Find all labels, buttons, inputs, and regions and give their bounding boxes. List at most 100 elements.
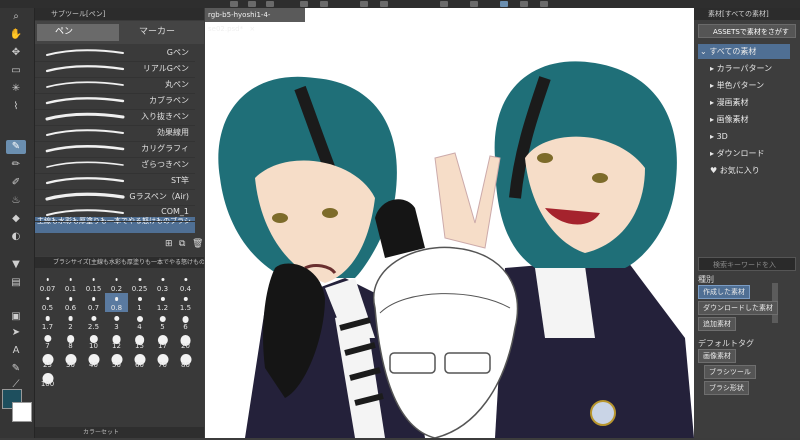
- brush-size-option[interactable]: 3: [105, 312, 128, 331]
- brush-size-option[interactable]: 15: [128, 331, 151, 350]
- default-tag[interactable]: 画像素材: [698, 349, 736, 363]
- fill-icon[interactable]: ▼: [6, 258, 26, 272]
- canvas[interactable]: [205, 8, 694, 439]
- brush-size-option[interactable]: 1.2: [151, 293, 174, 312]
- type-tag[interactable]: 作成した素材: [698, 285, 750, 299]
- brush-size-option[interactable]: 0.2: [105, 274, 128, 293]
- command-icon[interactable]: [360, 1, 368, 7]
- brush-size-option[interactable]: 7: [36, 331, 59, 350]
- material-tree-item[interactable]: ▸ 3D: [698, 129, 800, 144]
- brush-size-option[interactable]: 25: [36, 350, 59, 369]
- selection-icon[interactable]: ▭: [6, 64, 26, 78]
- material-tree-label: すべての素材: [709, 47, 757, 56]
- delete-subtool-icon[interactable]: 🗑: [192, 239, 203, 249]
- command-icon[interactable]: [500, 1, 508, 7]
- brush-size-value: 50: [112, 361, 121, 369]
- default-tag[interactable]: ブラシ形状: [704, 381, 749, 395]
- brush-size-option[interactable]: 1: [128, 293, 151, 312]
- brush-size-option[interactable]: 2.5: [82, 312, 105, 331]
- command-icon[interactable]: [520, 1, 528, 7]
- frame-icon[interactable]: ▣: [6, 310, 26, 324]
- brush-size-option[interactable]: 100: [36, 369, 59, 388]
- material-tree-item[interactable]: ♥ お気に入り: [698, 163, 800, 178]
- command-icon[interactable]: [320, 1, 328, 7]
- brush-size-option[interactable]: 0.5: [36, 293, 59, 312]
- brush-size-option[interactable]: 12: [105, 331, 128, 350]
- brush-size-option[interactable]: 6: [174, 312, 197, 331]
- magic-wand-icon[interactable]: ✳: [6, 82, 26, 96]
- new-subtool-icon[interactable]: ⊞: [165, 239, 173, 249]
- zoom-icon[interactable]: ⌕: [6, 10, 26, 24]
- command-icon[interactable]: [540, 1, 548, 7]
- brush-size-option[interactable]: 50: [105, 350, 128, 369]
- text-icon[interactable]: A: [6, 344, 26, 358]
- document-tab[interactable]: rgb-b5-hyoshi1-4-se02.psd* ×: [205, 8, 305, 33]
- material-tree-item[interactable]: ▸ カラーパターン: [698, 61, 800, 76]
- airbrush-icon[interactable]: ♨: [6, 194, 26, 208]
- color-set-tab[interactable]: カラーセット: [83, 427, 119, 438]
- brush-size-option[interactable]: 17: [151, 331, 174, 350]
- copy-subtool-icon[interactable]: ⧉: [179, 239, 185, 249]
- material-tree-item[interactable]: ▸ 単色パターン: [698, 78, 800, 93]
- brush-size-option[interactable]: 5: [151, 312, 174, 331]
- brush-size-option[interactable]: 0.1: [59, 274, 82, 293]
- brush-size-option[interactable]: 60: [128, 350, 151, 369]
- brush-size-option[interactable]: 40: [82, 350, 105, 369]
- brush-stroke-preview: [46, 161, 124, 168]
- balloon-icon[interactable]: ✎: [6, 362, 26, 376]
- type-tag[interactable]: ダウンロードした素材: [698, 301, 778, 315]
- brush-size-option[interactable]: 80: [174, 350, 197, 369]
- gradient-icon[interactable]: ▤: [6, 276, 26, 290]
- type-tag[interactable]: 追加素材: [698, 317, 736, 331]
- brush-size-option[interactable]: 2: [59, 312, 82, 331]
- eraser-icon[interactable]: ◆: [6, 212, 26, 226]
- command-icon[interactable]: [440, 1, 448, 7]
- pen-icon[interactable]: ✎: [6, 140, 26, 154]
- material-tree-item[interactable]: ▸ 画像素材: [698, 112, 800, 127]
- brush-size-option[interactable]: 0.4: [174, 274, 197, 293]
- operation-icon[interactable]: ➤: [6, 326, 26, 340]
- brush-size-option[interactable]: 4: [128, 312, 151, 331]
- material-tree-item[interactable]: ⌄ すべての素材: [698, 44, 790, 59]
- brush-size-value: 0.15: [85, 285, 102, 293]
- type-heading: 種別: [698, 275, 714, 284]
- brush-size-option[interactable]: 10: [82, 331, 105, 350]
- background-color-swatch[interactable]: [12, 402, 32, 422]
- brush-size-option[interactable]: 30: [59, 350, 82, 369]
- command-icon[interactable]: [230, 1, 238, 7]
- command-icon[interactable]: [470, 1, 478, 7]
- brush-size-option[interactable]: 0.07: [36, 274, 59, 293]
- brush-size-option[interactable]: 0.15: [82, 274, 105, 293]
- material-tree-label: お気に入り: [719, 166, 760, 175]
- brush-size-option[interactable]: 20: [174, 331, 197, 350]
- command-icon[interactable]: [380, 1, 388, 7]
- brush-size-option[interactable]: 0.3: [151, 274, 174, 293]
- brush-size-option[interactable]: 0.8: [105, 293, 128, 312]
- blend-icon[interactable]: ◐: [6, 230, 26, 244]
- eyedropper-icon[interactable]: ⌇: [6, 100, 26, 114]
- brush-size-option[interactable]: 1.7: [36, 312, 59, 331]
- brush-size-option[interactable]: 0.25: [128, 274, 151, 293]
- brush-icon[interactable]: ✐: [6, 176, 26, 190]
- brush-size-option[interactable]: 70: [151, 350, 174, 369]
- default-tag[interactable]: ブラシツール: [704, 365, 756, 379]
- material-tree-item[interactable]: ▸ ダウンロード: [698, 146, 800, 161]
- brush-size-option[interactable]: 0.7: [82, 293, 105, 312]
- command-icon[interactable]: [266, 1, 274, 7]
- brush-size-option[interactable]: 8: [59, 331, 82, 350]
- brush-size-option[interactable]: 0.6: [59, 293, 82, 312]
- tab-pen[interactable]: ペン: [37, 24, 119, 41]
- material-tree-item[interactable]: ▸ 漫画素材: [698, 95, 800, 110]
- brush-size-option[interactable]: 1.5: [174, 293, 197, 312]
- brush-size-dot: [90, 316, 97, 322]
- brush-item[interactable]: COM_1: [35, 204, 195, 222]
- pencil-icon[interactable]: ✏: [6, 158, 26, 172]
- material-search-input[interactable]: 検索キーワードを入: [698, 257, 796, 271]
- assets-search-button[interactable]: ASSETSで素材をさがす: [698, 24, 796, 38]
- command-icon[interactable]: [248, 1, 256, 7]
- command-icon[interactable]: [300, 1, 308, 7]
- tab-marker[interactable]: マーカー: [121, 24, 203, 41]
- close-icon[interactable]: ×: [249, 25, 255, 33]
- hand-icon[interactable]: ✋: [6, 28, 26, 42]
- move-icon[interactable]: ✥: [6, 46, 26, 60]
